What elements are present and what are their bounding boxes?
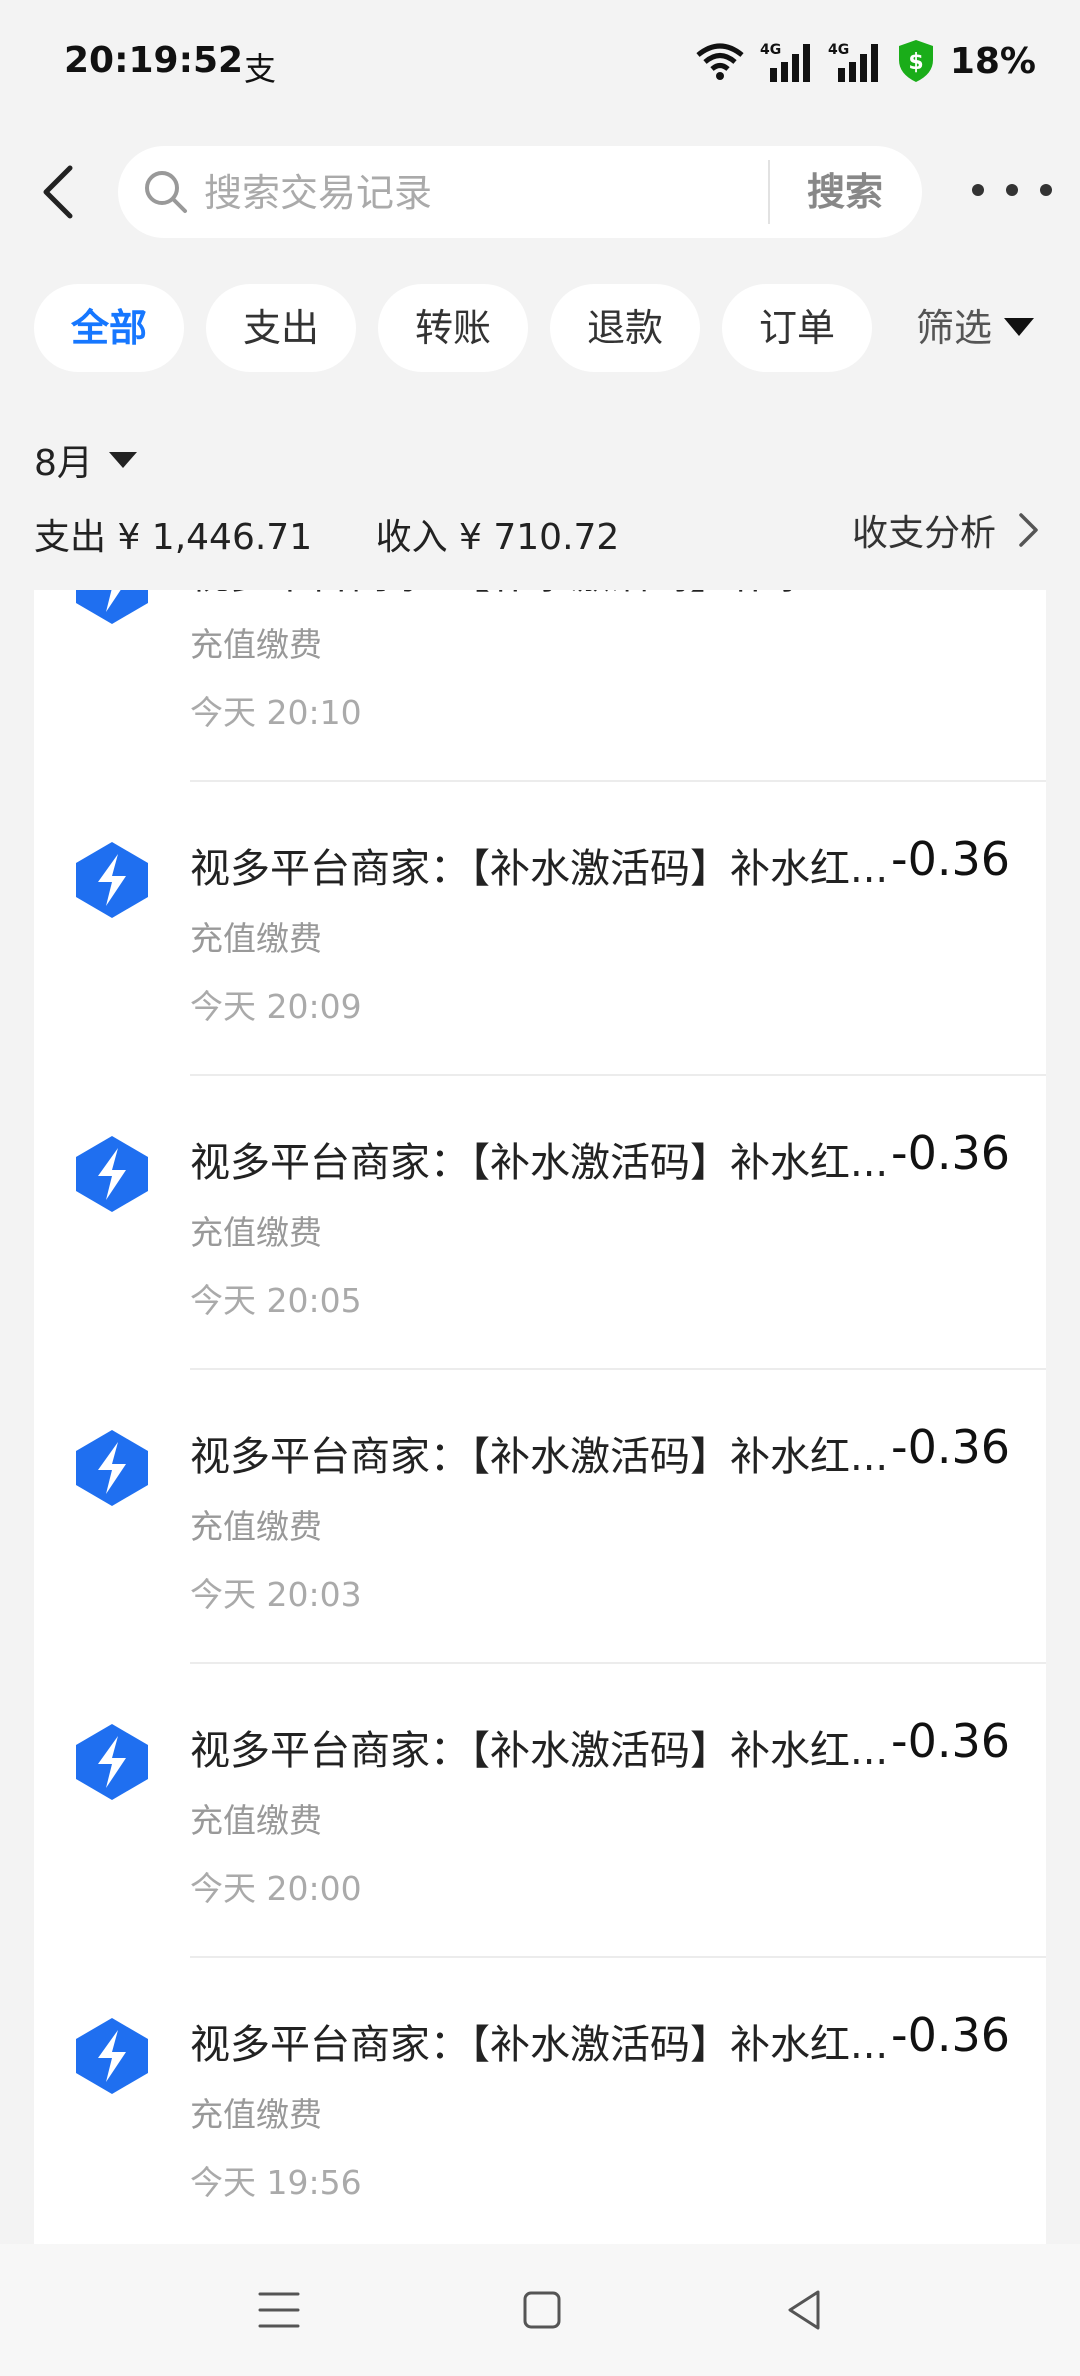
merchant-logo-icon (76, 2018, 148, 2094)
merchant-logo-icon (76, 590, 148, 624)
chevron-right-icon (1019, 513, 1038, 547)
tab-all[interactable]: 全部 (34, 284, 184, 372)
transaction-time: 今天 19:56 (190, 2163, 362, 2202)
search-button[interactable]: 搜索 (770, 146, 920, 238)
income-expense-analysis-link[interactable]: 收支分析 (852, 504, 1040, 556)
tab-transfer[interactable]: 转账 (378, 284, 528, 372)
summary-totals: 支出 ¥ 1,446.71 收入 ¥ 710.72 (34, 508, 619, 560)
transaction-title: 视多平台商家：【补水激活码】补水红... (190, 846, 889, 892)
home-nav-button[interactable] (512, 2280, 572, 2340)
month-label: 8月 (34, 443, 93, 484)
merchant-logo-icon (76, 842, 148, 918)
transaction-time: 今天 20:05 (190, 1281, 362, 1320)
wifi-icon (696, 43, 744, 80)
search-box[interactable]: 搜索 (118, 146, 922, 238)
filter-label: 筛选 (916, 306, 993, 350)
filter-button[interactable]: 筛选 (916, 284, 1035, 372)
transaction-category: 充值缴费 (190, 2095, 322, 2134)
transaction-time: 今天 20:03 (190, 1575, 362, 1614)
menu-nav-button[interactable] (250, 2280, 310, 2340)
transaction-category: 充值缴费 (190, 919, 322, 958)
transaction-title: 视多平台商家：【补水激活码】补水红... (190, 1434, 889, 1480)
search-input[interactable] (202, 160, 866, 226)
transaction-category: 充值缴费 (190, 1213, 322, 1252)
transaction-time: 今天 20:00 (190, 1869, 362, 1908)
status-icons: 4G 4G $ 18% (694, 38, 1036, 84)
transaction-time: 今天 20:09 (190, 987, 362, 1026)
merchant-logo-icon (76, 1136, 148, 1212)
triangle-down-icon (1004, 318, 1035, 336)
transaction-category: 充值缴费 (190, 625, 322, 664)
tab-refund[interactable]: 退款 (550, 284, 700, 372)
transaction-item[interactable]: 视多平台商家：【补水激活码】补水红... -0.36 充值缴费 今天 20:10 (34, 590, 1046, 782)
transaction-category: 充值缴费 (190, 1507, 322, 1546)
transaction-item[interactable]: 视多平台商家：【补水激活码】补水红... -0.36 充值缴费 今天 20:03 (34, 1370, 1046, 1664)
alipay-notification-icon: 支 (244, 50, 277, 88)
transaction-amount: -0.36 (890, 2008, 1010, 2062)
signal-4g-icon: 4G (760, 42, 810, 82)
income-total: 收入 ¥ 710.72 (375, 517, 620, 558)
header: 搜索 (0, 140, 1080, 240)
system-nav-bar (0, 2244, 1080, 2376)
month-summary: 8月 支出 ¥ 1,446.71 收入 ¥ 710.72 收支分析 (0, 400, 1080, 590)
merchant-logo-icon (76, 1430, 148, 1506)
signal-4g-icon-2: 4G (828, 42, 878, 82)
transaction-category: 充值缴费 (190, 1801, 322, 1840)
back-button[interactable] (30, 160, 94, 224)
expense-total: 支出 ¥ 1,446.71 (34, 517, 313, 558)
battery-shield-icon: $ (898, 40, 933, 82)
transaction-time: 今天 20:10 (190, 693, 362, 732)
transaction-list[interactable]: 视多平台商家：【补水激活码】补水红... -0.36 充值缴费 今天 20:10… (34, 590, 1046, 2244)
month-selector[interactable]: 8月 (34, 434, 137, 486)
network-label-2: 4G (828, 42, 849, 58)
more-dot-icon (972, 184, 984, 196)
transaction-title: 视多平台商家：【补水激活码】补水红... (190, 590, 890, 600)
transaction-list-inner: 视多平台商家：【补水激活码】补水红... -0.36 充值缴费 今天 20:10… (34, 590, 1046, 2244)
more-dot-icon (1040, 184, 1052, 196)
status-time: 20:19:52 (64, 40, 244, 81)
svg-text:$: $ (908, 50, 923, 75)
transaction-item[interactable]: 视多平台商家：【补水激活码】补水红... -0.36 充值缴费 今天 20:00 (34, 1664, 1046, 1958)
more-dot-icon (1006, 184, 1018, 196)
transaction-amount: -0.36 (890, 1420, 1010, 1474)
transaction-title: 视多平台商家：【补水激活码】补水红... (190, 1140, 889, 1186)
menu-icon (258, 2292, 300, 2328)
merchant-logo-icon (76, 1724, 148, 1800)
filter-tabs: 全部 支出 转账 退款 订单 筛选 (0, 284, 1080, 374)
analysis-label: 收支分析 (851, 513, 996, 554)
chevron-left-icon (43, 165, 73, 219)
status-bar: 20:19:52 支 4G 4G $ 18% (0, 0, 1080, 130)
back-nav-button[interactable] (776, 2280, 836, 2340)
transaction-title: 视多平台商家：【补水激活码】补水红... (190, 1728, 889, 1774)
battery-level: 18% (949, 40, 1036, 82)
transaction-title: 视多平台商家：【补水激活码】补水红... (190, 2022, 889, 2068)
tab-order[interactable]: 订单 (722, 284, 872, 372)
tab-expense[interactable]: 支出 (206, 284, 356, 372)
transaction-amount: -0.36 (890, 832, 1010, 886)
more-options-button[interactable] (972, 168, 1052, 212)
triangle-back-icon (788, 2290, 820, 2330)
transaction-item[interactable]: 视多平台商家：【补水激活码】补水红... -0.36 充值缴费 今天 20:05 (34, 1076, 1046, 1370)
network-label-1: 4G (760, 42, 781, 58)
search-icon (145, 171, 187, 213)
triangle-down-icon (108, 452, 137, 468)
transaction-amount: -0.36 (891, 590, 1010, 592)
square-home-icon (523, 2291, 561, 2329)
transaction-item[interactable]: 视多平台商家：【补水激活码】补水红... -0.36 充值缴费 今天 20:09 (34, 782, 1046, 1076)
transaction-amount: -0.36 (890, 1714, 1010, 1768)
transaction-item[interactable]: 视多平台商家：【补水激活码】补水红... -0.36 充值缴费 今天 19:56 (34, 1958, 1046, 2244)
transaction-amount: -0.36 (890, 1126, 1010, 1180)
